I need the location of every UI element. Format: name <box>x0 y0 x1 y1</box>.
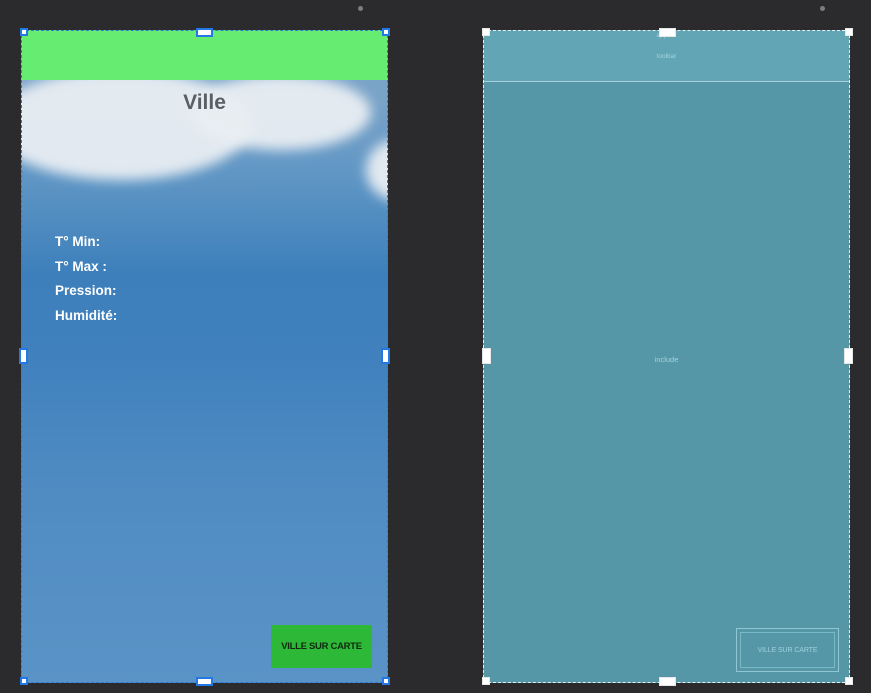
resize-handle-bottom-left[interactable] <box>20 677 28 685</box>
resize-handle-top-left[interactable] <box>20 28 28 36</box>
resize-handle-bottom-center[interactable] <box>196 677 213 686</box>
blueprint-map-button-label: VILLE SUR CARTE <box>740 632 835 668</box>
include-label: include <box>654 355 679 364</box>
resize-handle-middle-right[interactable] <box>381 348 390 364</box>
blueprint-handle-bottom-left[interactable] <box>482 677 490 685</box>
temp-max-label[interactable]: T° Max : <box>55 255 117 280</box>
blueprint-view[interactable]: appbar toolbar include VILLE SUR CARTE <box>483 30 850 683</box>
canvas-resize-dot[interactable] <box>820 6 825 11</box>
blueprint-handle-top-center[interactable] <box>659 28 676 37</box>
blueprint-handle-top-right[interactable] <box>845 28 853 36</box>
resize-handle-top-center[interactable] <box>196 28 213 37</box>
weather-info-list: T° Min: T° Max : Pression: Humidité: <box>55 230 117 328</box>
blueprint-toolbar[interactable]: appbar toolbar <box>484 31 849 82</box>
resize-handle-middle-left[interactable] <box>19 348 28 364</box>
resize-handle-top-right[interactable] <box>382 28 390 36</box>
design-canvas: Ville T° Min: T° Max : Pression: Humidit… <box>0 0 871 693</box>
canvas-resize-dot[interactable] <box>358 6 363 11</box>
cloud-background <box>366 140 388 200</box>
temp-min-label[interactable]: T° Min: <box>55 230 117 255</box>
toolbar-label: toolbar <box>656 53 677 60</box>
blueprint-handle-top-left[interactable] <box>482 28 490 36</box>
blueprint-handle-bottom-right[interactable] <box>845 677 853 685</box>
city-on-map-button[interactable]: VILLE SUR CARTE <box>271 625 372 668</box>
blueprint-map-button[interactable]: VILLE SUR CARTE <box>736 628 839 672</box>
humidity-label[interactable]: Humidité: <box>55 304 117 329</box>
toolbar[interactable] <box>21 30 388 80</box>
city-title[interactable]: Ville <box>21 91 388 115</box>
blueprint-handle-bottom-center[interactable] <box>659 677 676 686</box>
design-preview[interactable]: Ville T° Min: T° Max : Pression: Humidit… <box>21 30 388 683</box>
resize-handle-bottom-right[interactable] <box>382 677 390 685</box>
blueprint-handle-middle-right[interactable] <box>844 348 853 364</box>
blueprint-handle-middle-left[interactable] <box>482 348 491 364</box>
pressure-label[interactable]: Pression: <box>55 279 117 304</box>
